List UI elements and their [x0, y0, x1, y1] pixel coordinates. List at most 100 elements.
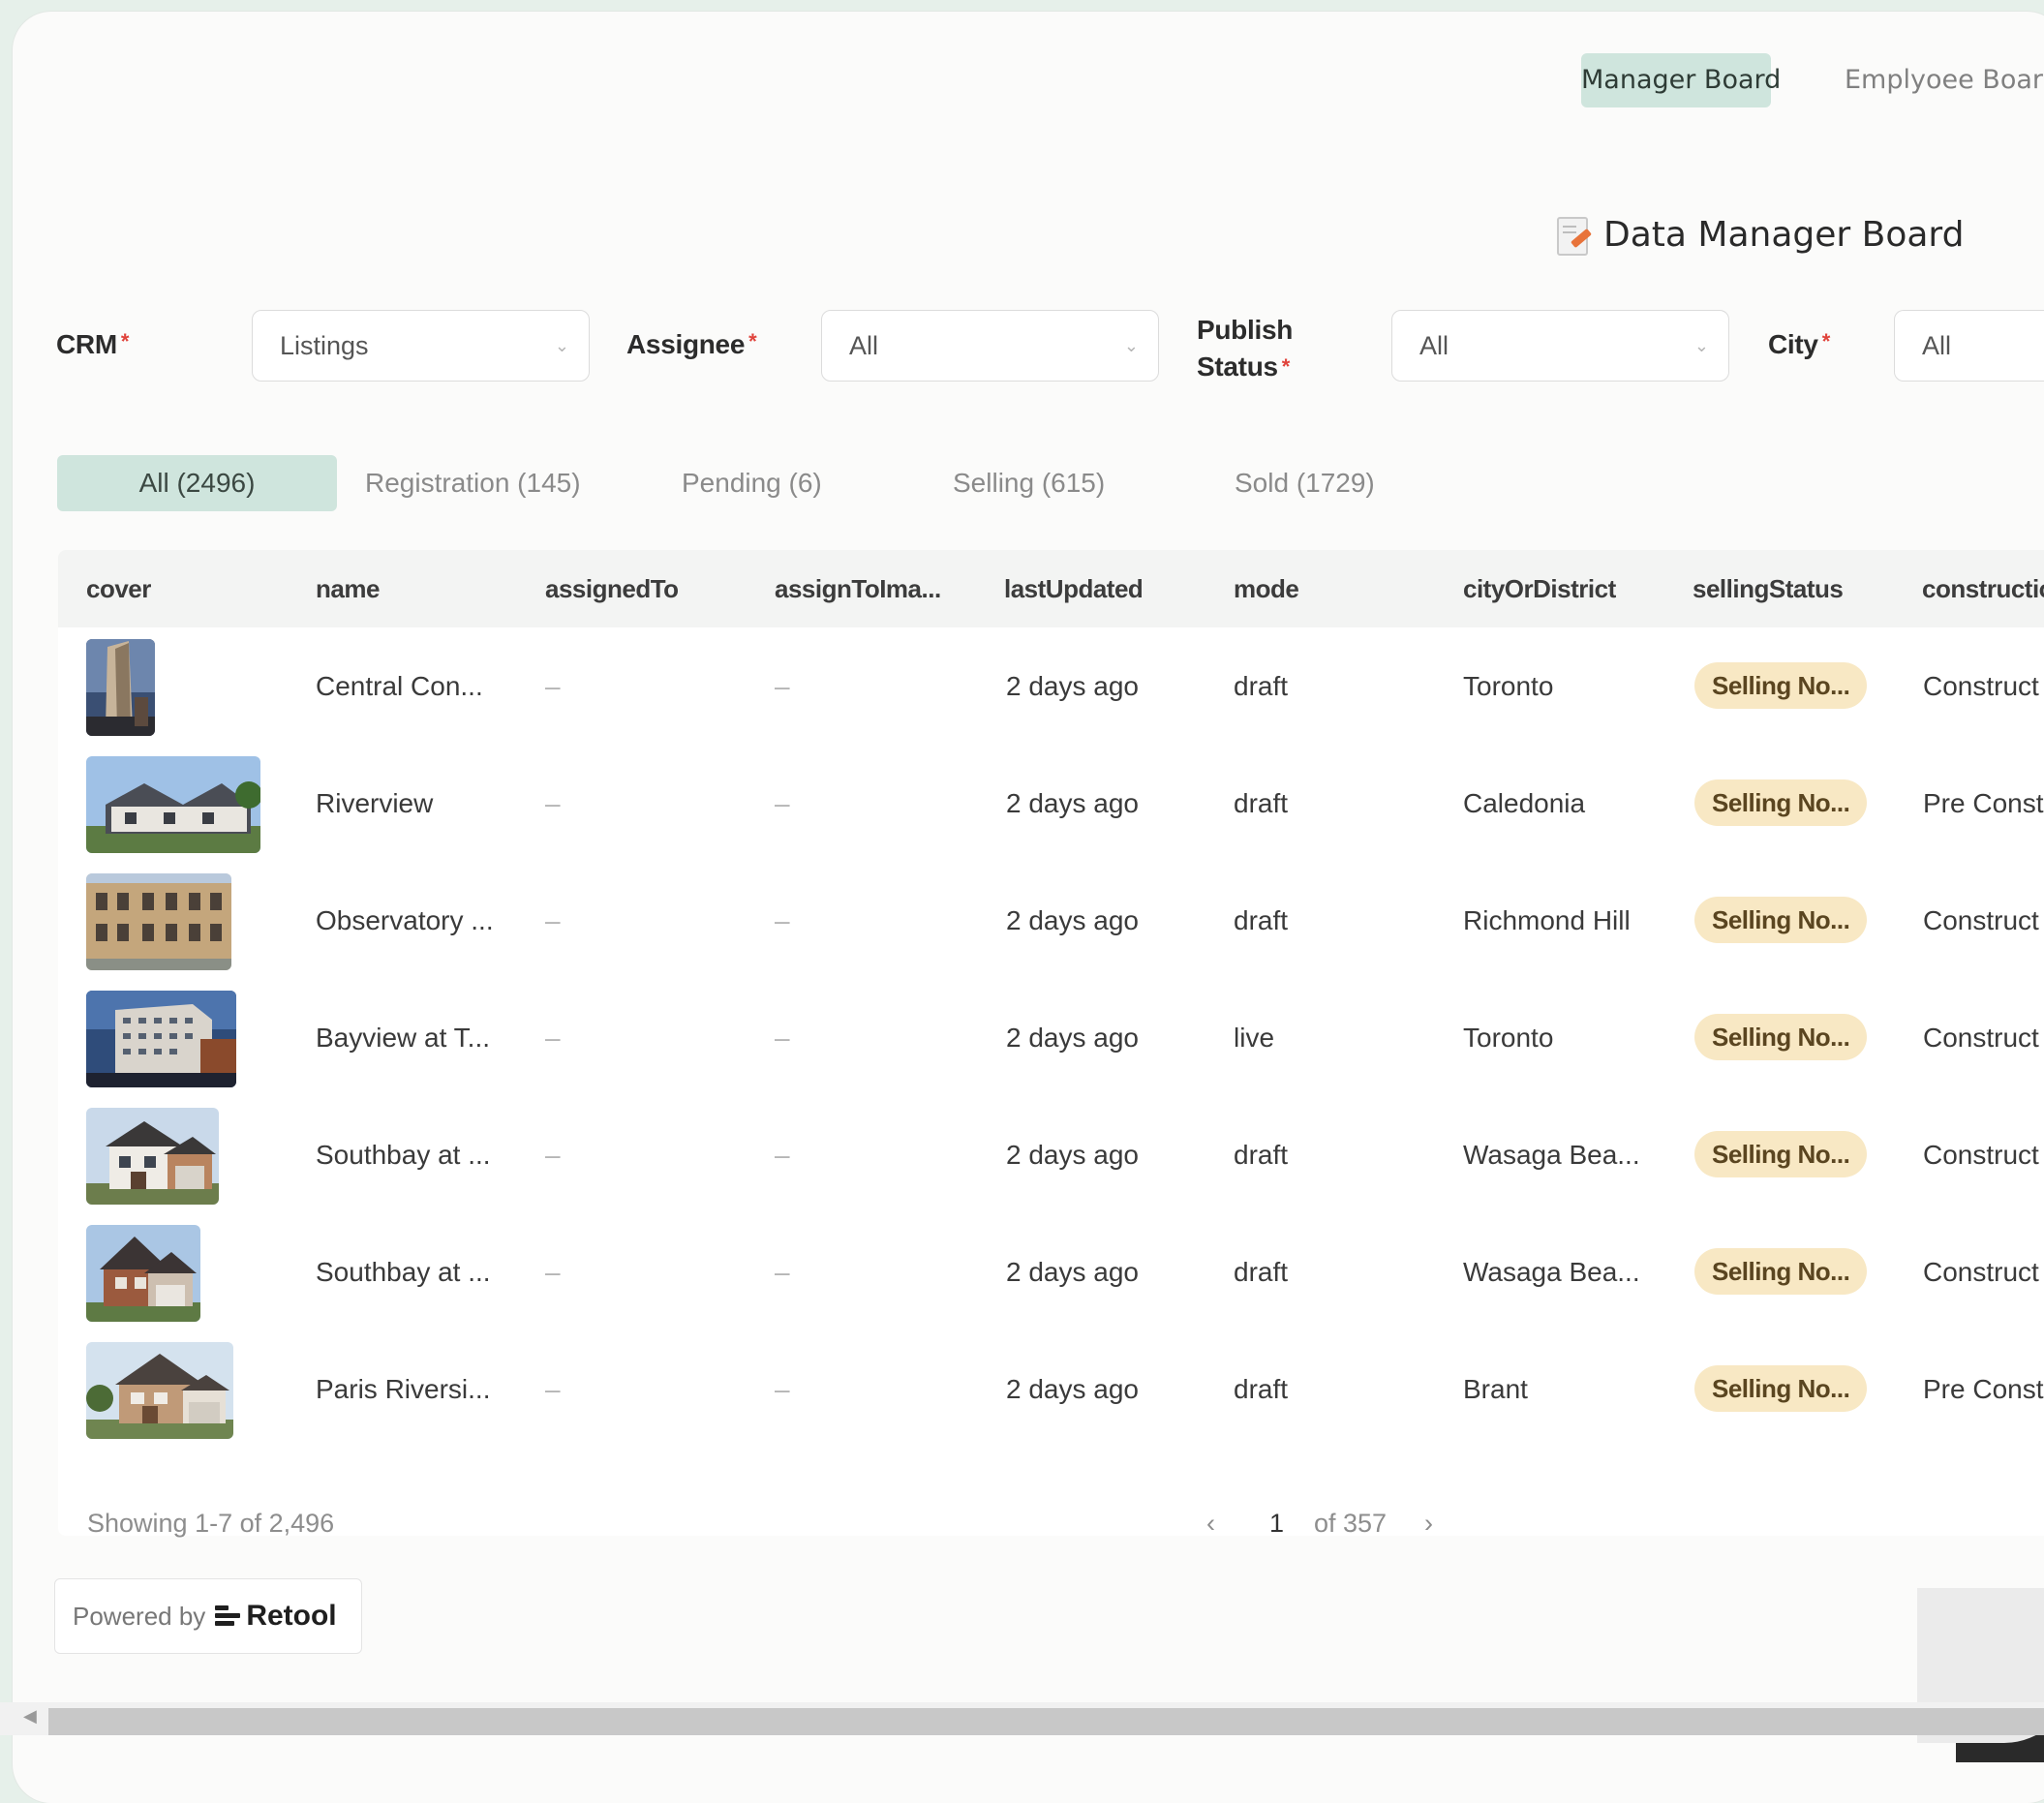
powered-by-label: Powered by: [73, 1601, 206, 1631]
column-header-selling-status[interactable]: sellingStatus: [1693, 550, 1844, 627]
status-tab-pending[interactable]: Pending (6): [682, 455, 822, 511]
city-label: City *: [1768, 329, 1830, 359]
construction-cell: Construct: [1923, 905, 2039, 935]
mode-cell: draft: [1234, 788, 1289, 818]
assigned-to-cell: –: [545, 905, 561, 935]
name-cell: Central Con...: [316, 671, 483, 701]
column-header-city[interactable]: cityOrDistrict: [1463, 550, 1616, 627]
assignee-select-value: All: [849, 331, 879, 360]
name-cell: Paris Riversi...: [316, 1374, 491, 1404]
retool-icon: [215, 1605, 241, 1627]
mode-cell: live: [1234, 1023, 1275, 1053]
publish-status-select[interactable]: All ⌄: [1391, 310, 1729, 382]
assigned-to-cell: –: [545, 1374, 561, 1404]
horizontal-scrollbar[interactable]: ◀: [0, 1702, 2044, 1735]
table-row[interactable]: Paris Riversi... – – 2 days ago draft Br…: [58, 1330, 2044, 1448]
construction-cell: Construct: [1923, 1257, 2039, 1287]
listings-table: cover name assignedTo assignToIma... las…: [58, 550, 2044, 1539]
publish-status-select-value: All: [1419, 331, 1449, 360]
assigned-to-cell: –: [545, 671, 561, 701]
status-badge: Selling No...: [1694, 1248, 1868, 1295]
column-header-cover[interactable]: cover: [86, 550, 151, 627]
assigned-to-cell: –: [545, 1140, 561, 1170]
mode-cell: draft: [1234, 905, 1289, 935]
assign-to-image-cell: –: [775, 1374, 790, 1404]
assign-to-image-cell: –: [775, 671, 790, 701]
mode-cell: draft: [1234, 1374, 1289, 1404]
current-page[interactable]: 1: [1269, 1509, 1284, 1539]
name-cell: Bayview at T...: [316, 1023, 491, 1053]
name-cell: Southbay at ...: [316, 1257, 491, 1287]
city-cell: Toronto: [1463, 1023, 1554, 1053]
assign-to-image-cell: –: [775, 1257, 790, 1287]
city-cell: Richmond Hill: [1463, 905, 1631, 935]
chevron-down-icon: ⌄: [554, 336, 569, 355]
assign-to-image-cell: –: [775, 788, 790, 818]
status-badge: Selling No...: [1694, 662, 1868, 709]
scrollbar-thumb[interactable]: [48, 1708, 2044, 1735]
table-row[interactable]: Central Con... – – 2 days ago draft Toro…: [58, 627, 2044, 745]
last-updated-cell: 2 days ago: [1006, 905, 1139, 935]
construction-cell: Construct: [1923, 671, 2039, 701]
status-tab-sold[interactable]: Sold (1729): [1235, 455, 1375, 511]
construction-cell: Construct: [1923, 1023, 2039, 1053]
name-cell: Southbay at ...: [316, 1140, 491, 1170]
pagination-summary: Showing 1-7 of 2,496: [87, 1509, 335, 1538]
assign-to-image-cell: –: [775, 905, 790, 935]
last-updated-cell: 2 days ago: [1006, 788, 1139, 818]
mode-cell: draft: [1234, 1140, 1289, 1170]
mode-cell: draft: [1234, 671, 1289, 701]
construction-cell: Pre Const: [1923, 788, 2044, 818]
mode-cell: draft: [1234, 1257, 1289, 1287]
prev-page-button[interactable]: ‹: [1206, 1509, 1215, 1539]
cover-image: [86, 873, 231, 970]
assign-to-image-cell: –: [775, 1023, 790, 1053]
city-select[interactable]: All: [1894, 310, 2044, 382]
table-row[interactable]: Southbay at ... – – 2 days ago draft Was…: [58, 1096, 2044, 1213]
column-header-assigned-to[interactable]: assignedTo: [545, 550, 679, 627]
crm-select[interactable]: Listings ⌄: [252, 310, 590, 382]
status-badge: Selling No...: [1694, 897, 1868, 943]
column-header-name[interactable]: name: [316, 550, 380, 627]
tab-manager-board[interactable]: Manager Board: [1581, 53, 1781, 107]
chevron-down-icon: ⌄: [1693, 336, 1709, 355]
assign-to-image-cell: –: [775, 1140, 790, 1170]
city-cell: Wasaga Bea...: [1463, 1140, 1640, 1170]
table-row[interactable]: Southbay at ... – – 2 days ago draft Was…: [58, 1213, 2044, 1330]
tab-employee-board[interactable]: Emplyoee Board: [1835, 53, 2044, 107]
cover-image: [86, 1225, 200, 1322]
last-updated-cell: 2 days ago: [1006, 1257, 1139, 1287]
publish-status-label: Publish Status *: [1197, 315, 1294, 382]
assigned-to-cell: –: [545, 1257, 561, 1287]
page-total: of 357: [1314, 1509, 1388, 1538]
column-header-mode[interactable]: mode: [1234, 550, 1299, 627]
status-tab-registration[interactable]: Registration (145): [365, 455, 581, 511]
city-select-value: All: [1922, 331, 1952, 360]
cover-image: [86, 1108, 219, 1205]
scroll-left-icon[interactable]: ◀: [23, 1706, 37, 1727]
assignee-select[interactable]: All ⌄: [821, 310, 1159, 382]
city-cell: Brant: [1463, 1374, 1528, 1404]
status-tab-all[interactable]: All (2496): [57, 455, 337, 511]
last-updated-cell: 2 days ago: [1006, 1140, 1139, 1170]
assigned-to-cell: –: [545, 788, 561, 818]
next-page-button[interactable]: ›: [1424, 1509, 1433, 1539]
assignee-label: Assignee *: [626, 329, 757, 359]
page-title: Data Manager Board: [1557, 215, 1964, 256]
construction-cell: Construct: [1923, 1140, 2039, 1170]
status-badge: Selling No...: [1694, 1365, 1868, 1412]
powered-by-retool[interactable]: Powered by Retool: [54, 1578, 362, 1654]
cover-image: [86, 1342, 233, 1439]
table-row[interactable]: Observatory ... – – 2 days ago draft Ric…: [58, 862, 2044, 979]
chevron-down-icon: ⌄: [1123, 336, 1139, 355]
status-badge: Selling No...: [1694, 1131, 1868, 1177]
last-updated-cell: 2 days ago: [1006, 1023, 1139, 1053]
table-row[interactable]: Riverview – – 2 days ago draft Caledonia…: [58, 745, 2044, 862]
cover-image: [86, 991, 236, 1087]
status-tab-selling[interactable]: Selling (615): [953, 455, 1105, 511]
column-header-construction[interactable]: constructio: [1922, 550, 2044, 627]
table-row[interactable]: Bayview at T... – – 2 days ago live Toro…: [58, 979, 2044, 1096]
city-cell: Caledonia: [1463, 788, 1586, 818]
column-header-last-updated[interactable]: lastUpdated: [1004, 550, 1144, 627]
column-header-assign-to-image[interactable]: assignToIma...: [775, 550, 941, 627]
